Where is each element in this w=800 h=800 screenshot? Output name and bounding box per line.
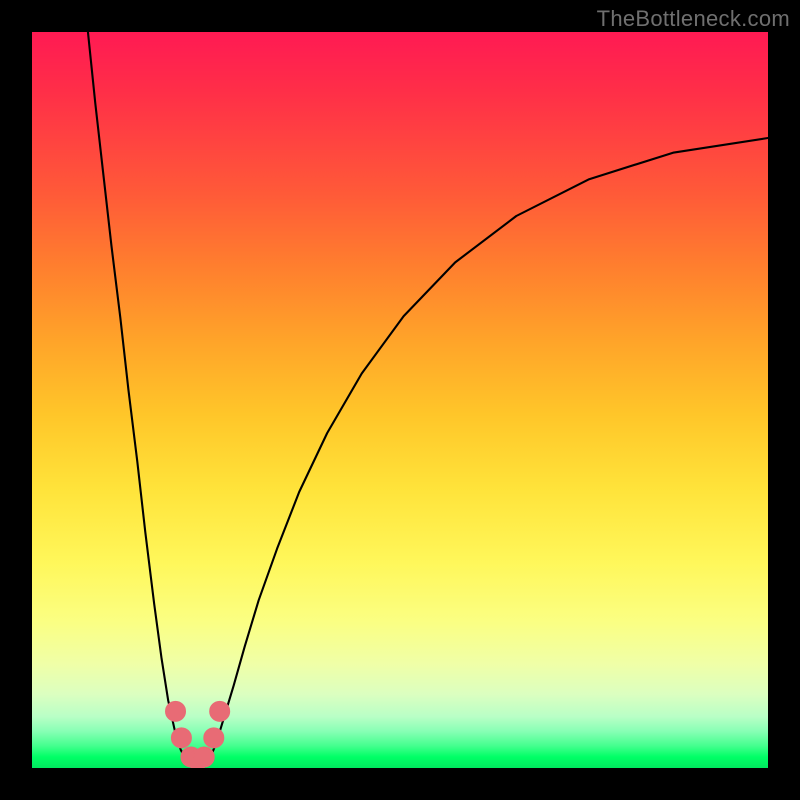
marker-dot — [166, 701, 186, 721]
plot-area — [32, 32, 768, 768]
marker-dot — [204, 728, 224, 748]
marker-dot — [210, 701, 230, 721]
curve-right-branch — [210, 138, 768, 758]
marker-dot — [194, 747, 214, 767]
near-minimum-markers — [166, 701, 230, 768]
watermark-text: TheBottleneck.com — [597, 6, 790, 32]
bottleneck-curve-svg — [32, 32, 768, 768]
marker-dot — [171, 728, 191, 748]
chart-frame: TheBottleneck.com — [0, 0, 800, 800]
curve-left-branch — [88, 32, 185, 758]
